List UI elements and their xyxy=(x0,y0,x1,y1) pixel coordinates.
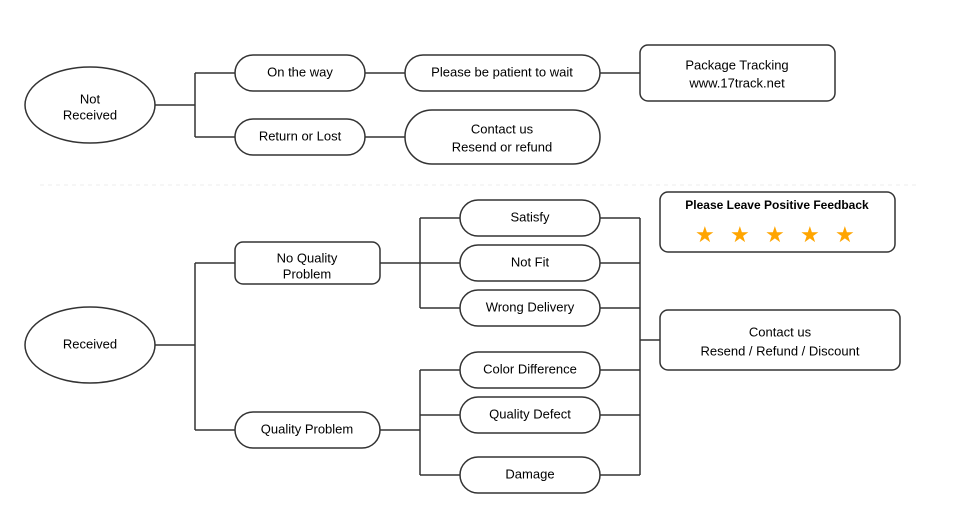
not-fit-label: Not Fit xyxy=(511,254,550,269)
not-received-label: Not xyxy=(80,91,101,106)
contact-resend-refund-node xyxy=(405,110,600,164)
quality-defect-label: Quality Defect xyxy=(489,406,571,421)
star1: ★ xyxy=(695,222,715,247)
received-label: Received xyxy=(63,336,117,351)
flowchart-diagram: Not Received On the way Please be patien… xyxy=(0,0,960,513)
contact-resend-refund-label2: Resend or refund xyxy=(452,139,552,154)
package-tracking-label1: Package Tracking xyxy=(685,57,788,72)
contact-discount-label1: Contact us xyxy=(749,324,812,339)
color-difference-label: Color Difference xyxy=(483,361,577,376)
contact-discount-label2: Resend / Refund / Discount xyxy=(701,343,860,358)
star5: ★ xyxy=(835,222,855,247)
star2: ★ xyxy=(730,222,750,247)
not-received-label2: Received xyxy=(63,107,117,122)
package-tracking-node xyxy=(640,45,835,101)
star4: ★ xyxy=(800,222,820,247)
satisfy-label: Satisfy xyxy=(510,209,550,224)
damage-label: Damage xyxy=(505,466,554,481)
no-quality-label2: Problem xyxy=(283,266,331,281)
on-the-way-label: On the way xyxy=(267,64,333,79)
contact-resend-discount-node xyxy=(660,310,900,370)
star3: ★ xyxy=(765,222,785,247)
package-tracking-label2: www.17track.net xyxy=(688,75,785,90)
return-lost-label: Return or Lost xyxy=(259,128,342,143)
positive-feedback-label: Please Leave Positive Feedback xyxy=(685,198,869,212)
patient-wait-label: Please be patient to wait xyxy=(431,64,573,79)
contact-resend-refund-label1: Contact us xyxy=(471,121,534,136)
no-quality-label1: No Quality xyxy=(277,250,338,265)
quality-problem-label: Quality Problem xyxy=(261,421,353,436)
wrong-delivery-label: Wrong Delivery xyxy=(486,299,575,314)
